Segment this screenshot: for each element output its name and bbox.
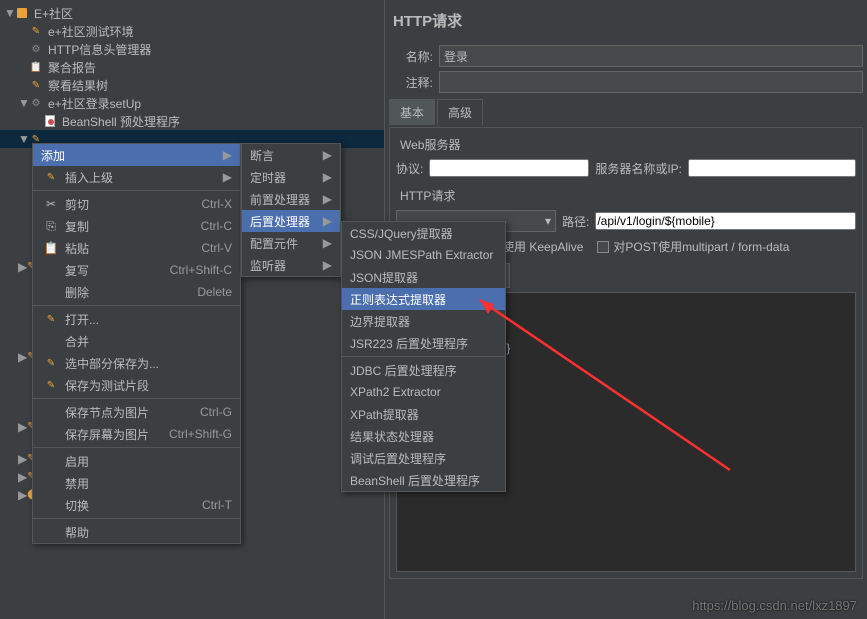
clipboard-icon: 📋 xyxy=(28,60,44,74)
context-menu-post-processor: CSS/JQuery提取器 JSON JMESPath Extractor JS… xyxy=(341,221,506,492)
menu-enable[interactable]: 启用 xyxy=(33,450,240,472)
checkbox-icon xyxy=(597,241,609,253)
menu-config-element[interactable]: 配置元件▶ xyxy=(242,232,340,254)
menu-toggle[interactable]: 切换Ctrl-T xyxy=(33,494,240,516)
menu-beanshell-post[interactable]: BeanShell 后置处理程序 xyxy=(342,469,505,491)
menu-cut[interactable]: ✂剪切Ctrl-X xyxy=(33,193,240,215)
tree-icon: ✎ xyxy=(28,78,44,92)
chevron-right-icon: ▶ xyxy=(323,170,332,184)
menu-json-extractor[interactable]: JSON提取器 xyxy=(342,266,505,288)
server-input[interactable] xyxy=(688,159,856,177)
menu-post-processor[interactable]: 后置处理器▶ xyxy=(242,210,340,232)
multipart-checkbox[interactable]: 对POST使用multipart / form-data xyxy=(597,238,789,255)
separator xyxy=(33,190,240,191)
menu-timer[interactable]: 定时器▶ xyxy=(242,166,340,188)
separator xyxy=(33,518,240,519)
menu-merge[interactable]: 合并 xyxy=(33,330,240,352)
chevron-right-icon: ▶ xyxy=(323,148,332,162)
menu-jdbc-post[interactable]: JDBC 后置处理程序 xyxy=(342,359,505,381)
section-http-req: HTTP请求 xyxy=(396,185,856,206)
gear-icon: ⚙ xyxy=(28,96,44,110)
context-menu-main: 添加▶ ✎插入上级▶ ✂剪切Ctrl-X ⎘复制Ctrl-C 📋粘贴Ctrl-V… xyxy=(32,143,241,544)
tree-panel: ▼E+社区 ✎e+社区测试环境 ⚙HTTP信息头管理器 📋聚合报告 ✎察看结果树… xyxy=(0,0,385,619)
context-menu-add: 断言▶ 定时器▶ 前置处理器▶ 后置处理器▶ 配置元件▶ 监听器▶ xyxy=(241,143,341,277)
flask-icon xyxy=(17,8,27,18)
tree-item[interactable]: ⚙HTTP信息头管理器 xyxy=(0,40,384,58)
save-icon: ✎ xyxy=(41,380,61,391)
chevron-right-icon: ▶ xyxy=(323,214,332,228)
menu-boundary-extractor[interactable]: 边界提取器 xyxy=(342,310,505,332)
menu-jsr223-post[interactable]: JSR223 后置处理程序 xyxy=(342,332,505,354)
chevron-right-icon: ▶ xyxy=(323,236,332,250)
menu-jmespath-extractor[interactable]: JSON JMESPath Extractor xyxy=(342,244,505,266)
menu-result-status[interactable]: 结果状态处理器 xyxy=(342,425,505,447)
tab-advanced[interactable]: 高级 xyxy=(437,99,483,125)
tree-item[interactable]: BeanShell 预处理程序 xyxy=(0,112,384,130)
menu-rewrite[interactable]: 复写Ctrl+Shift-C xyxy=(33,259,240,281)
menu-delete[interactable]: 删除Delete xyxy=(33,281,240,303)
menu-paste[interactable]: 📋粘贴Ctrl-V xyxy=(33,237,240,259)
menu-save-screen-img[interactable]: 保存屏幕为图片Ctrl+Shift-G xyxy=(33,423,240,445)
menu-css-extractor[interactable]: CSS/JQuery提取器 xyxy=(342,222,505,244)
menu-save-selection[interactable]: ✎选中部分保存为... xyxy=(33,352,240,374)
copy-icon: ⎘ xyxy=(41,219,61,234)
comment-input[interactable] xyxy=(439,71,863,93)
menu-regex-extractor[interactable]: 正则表达式提取器 xyxy=(342,288,505,310)
gear-icon: ⚙ xyxy=(28,42,44,56)
menu-open[interactable]: ✎打开... xyxy=(33,308,240,330)
section-web-server: Web服务器 xyxy=(396,134,856,155)
menu-pre-processor[interactable]: 前置处理器▶ xyxy=(242,188,340,210)
path-input[interactable] xyxy=(595,212,856,230)
menu-listener[interactable]: 监听器▶ xyxy=(242,254,340,276)
menu-save-fragment[interactable]: ✎保存为测试片段 xyxy=(33,374,240,396)
menu-debug-post[interactable]: 调试后置处理程序 xyxy=(342,447,505,469)
chevron-right-icon: ▶ xyxy=(223,148,232,162)
menu-add[interactable]: 添加▶ xyxy=(33,144,240,166)
separator xyxy=(33,305,240,306)
name-input[interactable] xyxy=(439,45,863,67)
menu-xpath-extractor[interactable]: XPath提取器 xyxy=(342,403,505,425)
cut-icon: ✂ xyxy=(41,197,61,211)
menu-copy[interactable]: ⎘复制Ctrl-C xyxy=(33,215,240,237)
chevron-right-icon: ▶ xyxy=(323,258,332,272)
paste-icon: 📋 xyxy=(41,241,61,255)
server-label: 服务器名称或IP: xyxy=(595,160,682,177)
tab-basic[interactable]: 基本 xyxy=(389,99,435,125)
pencil-icon: ✎ xyxy=(41,172,61,183)
name-label: 名称: xyxy=(389,48,433,65)
menu-disable[interactable]: 禁用 xyxy=(33,472,240,494)
protocol-input[interactable] xyxy=(429,159,589,177)
open-icon: ✎ xyxy=(41,314,61,325)
tree-item[interactable]: ✎察看结果树 xyxy=(0,76,384,94)
menu-xpath2-extractor[interactable]: XPath2 Extractor xyxy=(342,381,505,403)
protocol-label: 协议: xyxy=(396,160,423,177)
tree-item[interactable]: ✎e+社区测试环境 xyxy=(0,22,384,40)
save-icon: ✎ xyxy=(41,358,61,369)
tree-item[interactable]: 📋聚合报告 xyxy=(0,58,384,76)
separator xyxy=(33,398,240,399)
menu-save-node-img[interactable]: 保存节点为图片Ctrl-G xyxy=(33,401,240,423)
chevron-right-icon: ▶ xyxy=(223,170,232,184)
separator xyxy=(342,356,505,357)
path-label: 路径: xyxy=(562,213,589,230)
tree-root[interactable]: ▼E+社区 xyxy=(0,4,384,22)
separator xyxy=(33,447,240,448)
chevron-right-icon: ▶ xyxy=(323,192,332,206)
menu-assertions[interactable]: 断言▶ xyxy=(242,144,340,166)
doc-icon xyxy=(45,115,55,127)
menu-help[interactable]: 帮助 xyxy=(33,521,240,543)
pencil-icon: ✎ xyxy=(28,24,44,38)
comment-label: 注释: xyxy=(389,74,433,91)
watermark: https://blog.csdn.net/lxz1897 xyxy=(692,598,857,613)
panel-title: HTTP请求 xyxy=(389,4,863,41)
tree-item[interactable]: ▼⚙e+社区登录setUp xyxy=(0,94,384,112)
menu-insert-parent[interactable]: ✎插入上级▶ xyxy=(33,166,240,188)
